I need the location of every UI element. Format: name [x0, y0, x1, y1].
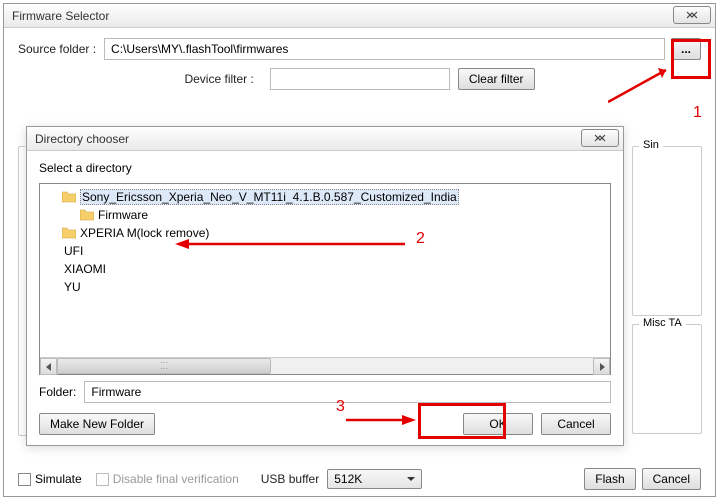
disable-verification-checkbox[interactable]: [96, 473, 109, 486]
dialog-title: Directory chooser: [35, 132, 129, 146]
source-folder-input[interactable]: [104, 38, 665, 60]
tree-item[interactable]: XIAOMI: [46, 260, 604, 278]
folder-input[interactable]: [84, 381, 611, 403]
dialog-instruction: Select a directory: [39, 161, 611, 175]
scroll-thumb[interactable]: [57, 358, 271, 374]
scroll-left-icon[interactable]: [40, 358, 57, 375]
window-title: Firmware Selector: [12, 9, 109, 23]
cancel-button[interactable]: Cancel: [642, 468, 701, 490]
tree-scrollbar: [40, 357, 610, 374]
tree-item[interactable]: XPERIA M(lock remove): [46, 224, 604, 242]
directory-tree: Sony_Ericsson_Xperia_Neo_V_MT11i_4.1.B.0…: [39, 183, 611, 375]
usb-buffer-select[interactable]: 512K: [327, 469, 422, 489]
make-new-folder-button[interactable]: Make New Folder: [39, 413, 155, 435]
dialog-titlebar: Directory chooser: [27, 127, 623, 151]
tree-item[interactable]: UFI: [46, 242, 604, 260]
device-filter-label: Device filter :: [184, 72, 253, 86]
flash-button[interactable]: Flash: [584, 468, 635, 490]
clear-filter-button[interactable]: Clear filter: [458, 68, 535, 90]
dialog-close-icon[interactable]: [581, 129, 619, 147]
close-icon[interactable]: [673, 6, 711, 24]
device-filter-input[interactable]: [270, 68, 450, 90]
simulate-label: Simulate: [35, 472, 82, 486]
usb-buffer-label: USB buffer: [261, 472, 319, 486]
tree-item[interactable]: Firmware: [46, 206, 604, 224]
scroll-track[interactable]: [57, 358, 593, 374]
folder-label: Folder:: [39, 385, 76, 399]
source-folder-label: Source folder :: [18, 42, 96, 56]
directory-chooser-dialog: Directory chooser Select a directory Son…: [26, 126, 624, 446]
scroll-right-icon[interactable]: [593, 358, 610, 375]
fieldset-misc: Misc TA: [632, 324, 702, 434]
fieldset-sin: Sin: [632, 146, 702, 316]
titlebar: Firmware Selector: [4, 4, 715, 28]
browse-button[interactable]: ...: [671, 38, 701, 60]
simulate-checkbox[interactable]: [18, 473, 31, 486]
tree-item[interactable]: Sony_Ericsson_Xperia_Neo_V_MT11i_4.1.B.0…: [46, 188, 604, 206]
tree-item[interactable]: YU: [46, 278, 604, 296]
tree-list[interactable]: Sony_Ericsson_Xperia_Neo_V_MT11i_4.1.B.0…: [40, 184, 610, 357]
ok-button[interactable]: OK: [463, 413, 533, 435]
dialog-cancel-button[interactable]: Cancel: [541, 413, 611, 435]
disable-verification-label: Disable final verification: [113, 472, 239, 486]
